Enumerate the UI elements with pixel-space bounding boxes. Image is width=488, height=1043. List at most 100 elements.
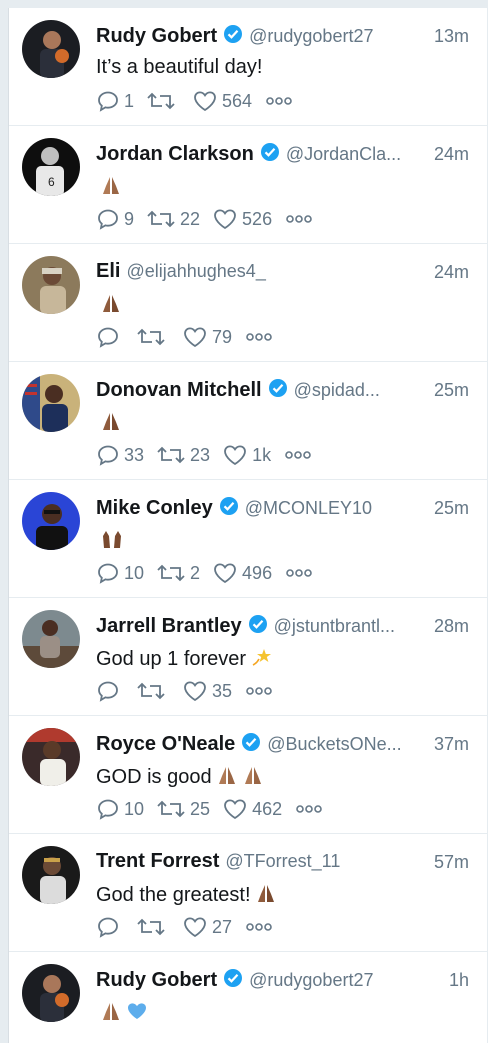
author-name[interactable]: Rudy Gobert bbox=[96, 969, 217, 991]
tweet-text: It’s a beautiful day! bbox=[96, 56, 469, 79]
reply-button[interactable] bbox=[96, 915, 124, 939]
folded-hands-icon bbox=[100, 174, 122, 202]
more-options-icon[interactable] bbox=[266, 96, 292, 106]
retweet-icon bbox=[157, 564, 185, 582]
retweet-icon bbox=[137, 328, 165, 346]
verified-badge-icon bbox=[248, 614, 268, 639]
retweet-button[interactable]: 25 bbox=[156, 797, 210, 821]
author-handle[interactable]: @spidad... bbox=[294, 380, 380, 400]
avatar[interactable] bbox=[22, 846, 80, 904]
like-button[interactable]: 1k bbox=[222, 443, 271, 467]
reply-button[interactable] bbox=[96, 325, 124, 349]
tweet-actions: 10 2 496 bbox=[96, 560, 312, 586]
avatar[interactable] bbox=[22, 256, 80, 314]
author-handle[interactable]: @JordanCla... bbox=[286, 144, 401, 164]
reply-icon bbox=[98, 917, 118, 938]
tweet-actions: 1 564 bbox=[96, 88, 292, 114]
retweet-count: 25 bbox=[190, 798, 211, 819]
author-name[interactable]: Mike Conley bbox=[96, 497, 213, 519]
retweet-button[interactable]: 23 bbox=[156, 443, 210, 467]
more-options-icon[interactable] bbox=[246, 332, 272, 342]
heart-icon bbox=[214, 209, 236, 230]
author-handle[interactable]: @rudygobert27 bbox=[249, 970, 373, 990]
retweet-button[interactable] bbox=[146, 89, 180, 113]
author-handle[interactable]: @elijahhughes4_ bbox=[126, 261, 265, 281]
like-button[interactable]: 27 bbox=[182, 915, 232, 939]
author-name[interactable]: Trent Forrest bbox=[96, 850, 219, 872]
like-button[interactable]: 462 bbox=[222, 797, 282, 821]
tweet-card[interactable]: Mike Conley @MCONLEY10 25m 10 2 496 bbox=[9, 480, 487, 598]
avatar[interactable] bbox=[22, 492, 80, 550]
tweet-card[interactable]: Rudy Gobert @rudygobert27 1h bbox=[9, 952, 487, 1043]
like-button[interactable]: 35 bbox=[182, 679, 232, 703]
like-button[interactable]: 564 bbox=[192, 89, 252, 113]
heart-icon bbox=[224, 799, 246, 820]
retweet-button[interactable] bbox=[136, 325, 170, 349]
folded-hands-icon bbox=[100, 292, 122, 320]
author-name[interactable]: Eli bbox=[96, 260, 120, 282]
retweet-button[interactable] bbox=[136, 679, 170, 703]
author-name[interactable]: Rudy Gobert bbox=[96, 25, 217, 47]
reply-button[interactable]: 33 bbox=[96, 443, 144, 467]
dizzy-star-icon bbox=[250, 646, 272, 674]
like-button[interactable]: 526 bbox=[212, 207, 272, 231]
tweet-text bbox=[96, 410, 469, 438]
retweet-button[interactable]: 22 bbox=[146, 207, 200, 231]
author-name[interactable]: Jarrell Brantley bbox=[96, 615, 242, 637]
more-options-icon[interactable] bbox=[246, 922, 272, 932]
author-handle[interactable]: @BucketsONe... bbox=[267, 734, 401, 754]
tweet-card[interactable]: Rudy Gobert @rudygobert27 13m It’s a beau… bbox=[9, 8, 487, 126]
author-name[interactable]: Royce O'Neale bbox=[96, 733, 235, 755]
author-handle[interactable]: @MCONLEY10 bbox=[245, 498, 372, 518]
tweet-time[interactable]: 25m bbox=[427, 498, 469, 519]
author-name[interactable]: Donovan Mitchell bbox=[96, 379, 262, 401]
tweet-card[interactable]: 6 Jordan Clarkson @JordanCla... 24m 9 22 … bbox=[9, 126, 487, 244]
verified-badge-icon bbox=[241, 732, 261, 757]
more-options-icon[interactable] bbox=[286, 568, 312, 578]
tweet-actions: 10 25 462 bbox=[96, 796, 322, 822]
tweet-time[interactable]: 25m bbox=[427, 380, 469, 401]
reply-button[interactable]: 9 bbox=[96, 207, 134, 231]
retweet-button[interactable]: 2 bbox=[156, 561, 200, 585]
heart-icon bbox=[184, 917, 206, 938]
tweet-time[interactable]: 24m bbox=[427, 144, 469, 165]
reply-button[interactable] bbox=[96, 679, 124, 703]
svg-text:6: 6 bbox=[48, 175, 55, 189]
avatar[interactable] bbox=[22, 374, 80, 432]
avatar[interactable]: 6 bbox=[22, 138, 80, 196]
raised-hands-icon bbox=[100, 528, 124, 556]
tweet-time[interactable]: 57m bbox=[427, 852, 469, 873]
avatar[interactable] bbox=[22, 728, 80, 786]
retweet-button[interactable] bbox=[136, 915, 170, 939]
avatar[interactable] bbox=[22, 20, 80, 78]
retweet-count: 23 bbox=[190, 444, 211, 465]
author-handle[interactable]: @jstuntbrantl... bbox=[274, 616, 395, 636]
author-handle[interactable]: @TForrest_11 bbox=[225, 851, 340, 871]
author-handle[interactable]: @rudygobert27 bbox=[249, 26, 373, 46]
tweet-card[interactable]: Royce O'Neale @BucketsONe... 37m GOD is g… bbox=[9, 716, 487, 834]
tweet-card[interactable]: Trent Forrest @TForrest_11 57m God the gr… bbox=[9, 834, 487, 952]
tweet-time[interactable]: 37m bbox=[427, 734, 469, 755]
reply-button[interactable]: 10 bbox=[96, 561, 144, 585]
tweet-time[interactable]: 1h bbox=[442, 970, 469, 991]
tweet-time[interactable]: 13m bbox=[427, 26, 469, 47]
tweet-time[interactable]: 28m bbox=[427, 616, 469, 637]
reply-button[interactable]: 1 bbox=[96, 89, 134, 113]
tweet-card[interactable]: Jarrell Brantley @jstuntbrantl... 28m God… bbox=[9, 598, 487, 716]
author-name[interactable]: Jordan Clarkson bbox=[96, 143, 254, 165]
avatar[interactable] bbox=[22, 610, 80, 668]
tweet-time[interactable]: 24m bbox=[427, 262, 469, 283]
more-options-icon[interactable] bbox=[285, 450, 311, 460]
avatar[interactable] bbox=[22, 964, 80, 1022]
like-button[interactable]: 496 bbox=[212, 561, 272, 585]
more-options-icon[interactable] bbox=[296, 804, 322, 814]
more-options-icon[interactable] bbox=[286, 214, 312, 224]
tweet-text: GOD is good bbox=[96, 764, 469, 792]
tweet-card[interactable]: Donovan Mitchell @spidad... 25m 33 23 1k bbox=[9, 362, 487, 480]
verified-badge-icon bbox=[223, 24, 243, 49]
tweet-card[interactable]: Eli @elijahhughes4_ 24m 79 bbox=[9, 244, 487, 362]
like-button[interactable]: 79 bbox=[182, 325, 232, 349]
more-options-icon[interactable] bbox=[246, 686, 272, 696]
reply-count: 33 bbox=[124, 444, 145, 465]
reply-button[interactable]: 10 bbox=[96, 797, 144, 821]
